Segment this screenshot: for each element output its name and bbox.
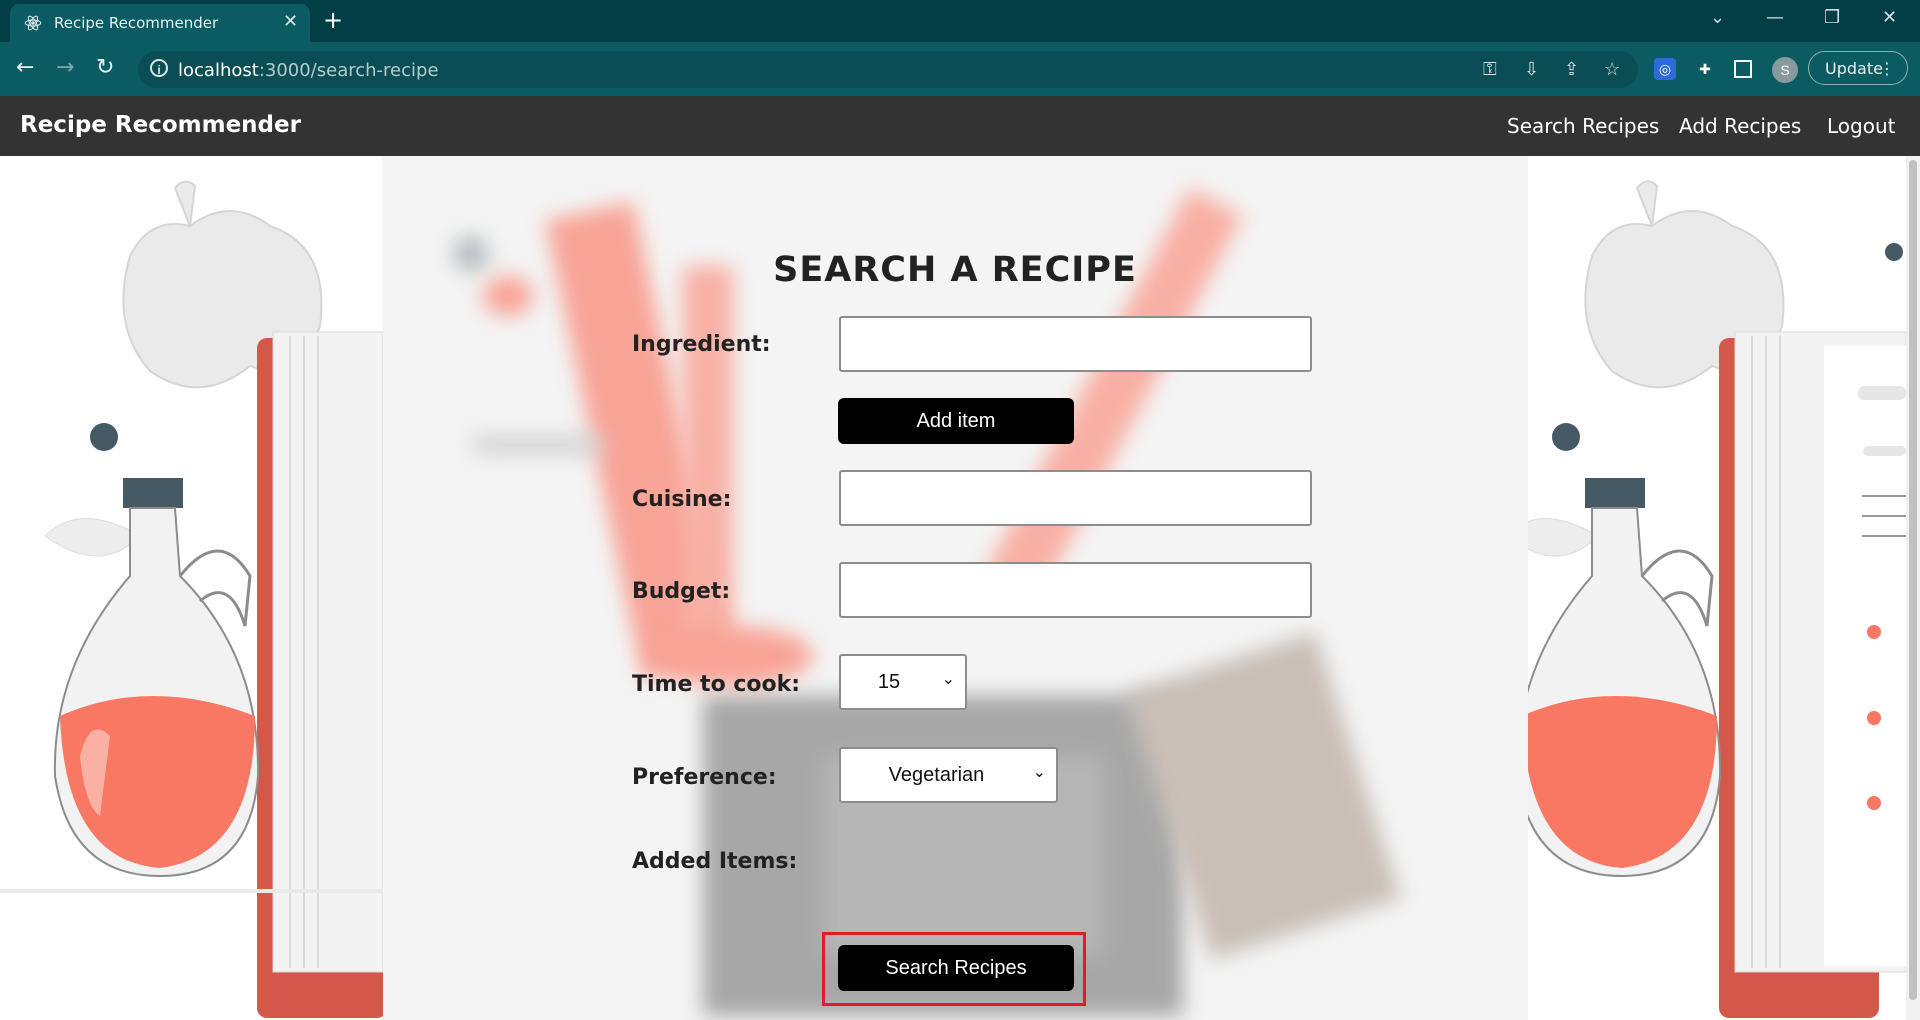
browser-toolbar: ← → ↻ i localhost:3000/search-recipe ⚿ ⇩… bbox=[0, 42, 1920, 96]
page-content: SEARCH A RECIPE Ingredient: Add item Cui… bbox=[0, 156, 1920, 1020]
browser-tab[interactable]: Recipe Recommender ✕ bbox=[10, 4, 310, 42]
preference-select[interactable]: Vegetarian ⌄ bbox=[839, 747, 1058, 803]
cuisine-label: Cuisine: bbox=[632, 487, 732, 512]
extension-icon[interactable]: ◎ bbox=[1654, 58, 1676, 80]
budget-input[interactable] bbox=[839, 562, 1312, 618]
new-tab-icon[interactable]: + bbox=[323, 6, 343, 34]
add-item-button[interactable]: Add item bbox=[838, 398, 1074, 444]
site-info-icon[interactable]: i bbox=[150, 59, 168, 77]
back-icon[interactable]: ← bbox=[16, 55, 34, 80]
close-window-icon[interactable]: ✕ bbox=[1882, 7, 1897, 28]
url-text: localhost:3000/search-recipe bbox=[178, 60, 439, 81]
nav-search-recipes[interactable]: Search Recipes bbox=[1507, 114, 1659, 138]
ingredient-label: Ingredient: bbox=[632, 332, 771, 357]
brand-title[interactable]: Recipe Recommender bbox=[20, 112, 301, 138]
share-icon[interactable]: ⇪ bbox=[1564, 59, 1579, 80]
forward-icon[interactable]: → bbox=[56, 55, 74, 80]
install-app-icon[interactable]: ⇩ bbox=[1524, 59, 1539, 80]
added-items-label: Added Items: bbox=[632, 849, 798, 874]
page-title: SEARCH A RECIPE bbox=[773, 250, 1137, 290]
side-panel-icon[interactable] bbox=[1734, 60, 1752, 78]
browser-tab-strip: Recipe Recommender ✕ + ⌄ — ❐ ✕ bbox=[0, 0, 1920, 42]
budget-label: Budget: bbox=[632, 579, 731, 604]
restore-icon[interactable]: ❐ bbox=[1824, 7, 1840, 28]
nav-add-recipes[interactable]: Add Recipes bbox=[1679, 114, 1801, 138]
minimize-icon[interactable]: — bbox=[1766, 7, 1784, 28]
preference-value: Vegetarian bbox=[888, 764, 985, 786]
bookmark-star-icon[interactable]: ☆ bbox=[1604, 59, 1620, 80]
time-to-cook-select[interactable]: 15 ⌄ bbox=[839, 654, 967, 710]
puzzle-icon[interactable]: ✚ bbox=[1694, 58, 1716, 80]
update-button[interactable]: Update ⋮ bbox=[1808, 51, 1908, 85]
app-navbar: Recipe Recommender Search Recipes Add Re… bbox=[0, 96, 1920, 156]
scrollbar-thumb[interactable] bbox=[1909, 160, 1917, 1000]
tab-title: Recipe Recommender bbox=[54, 14, 219, 32]
preference-label: Preference: bbox=[632, 765, 777, 790]
time-to-cook-label: Time to cook: bbox=[632, 672, 801, 697]
nav-logout[interactable]: Logout bbox=[1827, 114, 1895, 138]
chevron-down-icon: ⌄ bbox=[941, 671, 955, 688]
ingredient-input[interactable] bbox=[839, 316, 1312, 372]
profile-avatar[interactable]: S bbox=[1772, 57, 1798, 83]
tab-search-icon[interactable]: ⌄ bbox=[1710, 7, 1725, 28]
more-menu-icon: ⋮ bbox=[1879, 59, 1895, 78]
time-to-cook-value: 15 bbox=[877, 671, 901, 693]
cuisine-input[interactable] bbox=[839, 470, 1312, 526]
tab-close-icon[interactable]: ✕ bbox=[283, 11, 298, 32]
reload-icon[interactable]: ↻ bbox=[96, 55, 114, 80]
react-icon bbox=[24, 15, 42, 31]
address-bar[interactable]: i localhost:3000/search-recipe ⚿ ⇩ ⇪ ☆ bbox=[138, 51, 1638, 88]
key-icon[interactable]: ⚿ bbox=[1483, 59, 1497, 80]
chevron-down-icon: ⌄ bbox=[1032, 764, 1046, 781]
search-recipes-button[interactable]: Search Recipes bbox=[838, 945, 1074, 991]
